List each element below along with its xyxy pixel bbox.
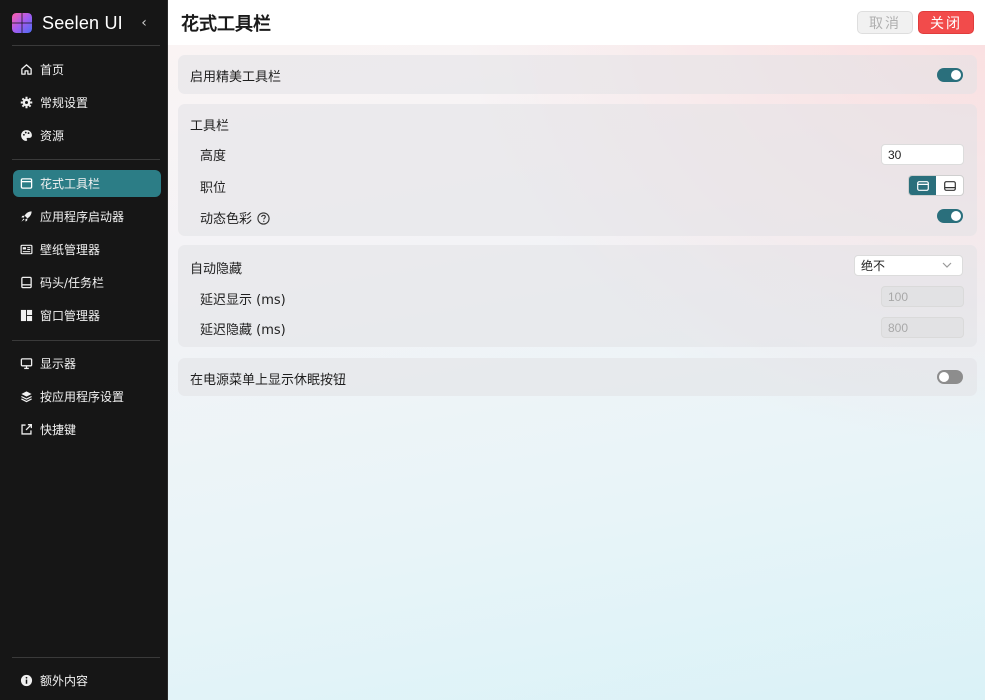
height-label: 高度 — [200, 149, 227, 164]
sidebar-item-label: 常规设置 — [40, 96, 89, 110]
sidebar-divider — [12, 657, 160, 658]
enable-toolbar-card: 启用精美工具栏 — [178, 55, 977, 94]
layers-icon — [19, 390, 33, 404]
sidebar-item-app-launcher[interactable]: 应用程序启动器 — [13, 203, 161, 230]
sidebar-item-dock-taskbar[interactable]: 码头/任务栏 — [13, 269, 161, 296]
help-icon[interactable] — [257, 212, 270, 225]
gear-icon — [19, 96, 33, 110]
delay-hide-label: 延迟隐藏 (ms) — [200, 323, 286, 338]
position-label: 职位 — [200, 181, 227, 196]
sidebar-item-label: 额外内容 — [40, 674, 89, 688]
sidebar-item-home[interactable]: 首页 — [13, 56, 161, 83]
wallpaper-icon — [19, 243, 33, 257]
close-button[interactable]: 关闭 — [918, 11, 974, 34]
sidebar: Seelen UI ‹ 首页 常规设置 资源 花式工具栏 应用程序启动器 壁纸管… — [0, 0, 168, 700]
height-input[interactable]: 30 — [881, 144, 964, 165]
sidebar-item-shortcuts[interactable]: 快捷键 — [13, 416, 161, 443]
sidebar-item-app-settings[interactable]: 按应用程序设置 — [13, 383, 161, 410]
header: 花式工具栏 取消 关闭 — [168, 0, 985, 45]
sidebar-item-label: 花式工具栏 — [40, 177, 101, 191]
autohide-card: 自动隐藏 绝不 延迟显示 (ms) 100 延迟隐藏 (ms) 800 — [178, 245, 977, 347]
autohide-label: 自动隐藏 — [190, 262, 243, 277]
dynamic-color-toggle[interactable] — [937, 209, 963, 223]
toolbar-settings-card: 工具栏 高度 30 职位 动态色彩 — [178, 104, 977, 236]
sidebar-divider — [12, 340, 160, 341]
delay-show-input[interactable]: 100 — [881, 286, 964, 307]
main-content: 花式工具栏 取消 关闭 启用精美工具栏 工具栏 高度 30 职位 动态色彩 自动… — [168, 0, 985, 700]
sidebar-item-label: 窗口管理器 — [40, 309, 101, 323]
dynamic-color-text: 动态色彩 — [200, 212, 253, 227]
sidebar-divider — [12, 159, 160, 160]
sidebar-item-label: 码头/任务栏 — [40, 276, 105, 290]
sidebar-item-wallpaper-manager[interactable]: 壁纸管理器 — [13, 236, 161, 263]
sidebar-item-label: 首页 — [40, 63, 65, 77]
seelen-logo-icon — [12, 13, 32, 33]
info-icon — [19, 674, 33, 688]
sidebar-item-extras[interactable]: 额外内容 — [13, 667, 161, 694]
sidebar-divider — [12, 45, 160, 46]
sidebar-item-fancy-toolbar[interactable]: 花式工具栏 — [13, 170, 161, 197]
hibernate-label: 在电源菜单上显示休眠按钮 — [190, 373, 347, 388]
sidebar-item-window-manager[interactable]: 窗口管理器 — [13, 302, 161, 329]
sidebar-item-label: 显示器 — [40, 357, 77, 371]
brand: Seelen UI ‹ — [12, 11, 160, 35]
dock-icon — [19, 276, 33, 290]
sidebar-item-label: 壁纸管理器 — [40, 243, 101, 257]
delay-hide-input[interactable]: 800 — [881, 317, 964, 338]
enable-toolbar-label: 启用精美工具栏 — [190, 70, 282, 85]
cancel-button[interactable]: 取消 — [857, 11, 913, 34]
layout-icon — [19, 309, 33, 323]
autohide-mode-value: 绝不 — [861, 259, 886, 273]
toggle-knob — [939, 372, 949, 382]
sidebar-item-label: 应用程序启动器 — [40, 210, 125, 224]
toolbar-top-icon — [916, 180, 929, 191]
app-name: Seelen UI — [42, 12, 123, 33]
chevron-down-icon — [942, 262, 952, 268]
toggle-knob — [951, 70, 961, 80]
page-title: 花式工具栏 — [181, 14, 271, 35]
sidebar-item-label: 资源 — [40, 129, 65, 143]
palette-icon — [19, 129, 33, 143]
hibernate-card: 在电源菜单上显示休眠按钮 — [178, 358, 977, 396]
sidebar-item-label: 快捷键 — [40, 423, 77, 437]
toolbar-icon — [19, 177, 33, 191]
sidebar-item-monitors[interactable]: 显示器 — [13, 350, 161, 377]
toggle-knob — [951, 211, 961, 221]
autohide-mode-select[interactable]: 绝不 — [854, 255, 963, 276]
sidebar-item-label: 按应用程序设置 — [40, 390, 125, 404]
dynamic-color-label: 动态色彩 — [200, 208, 270, 227]
hibernate-toggle[interactable] — [937, 370, 963, 384]
monitor-icon — [19, 357, 33, 371]
rocket-icon — [19, 210, 33, 224]
toolbar-bottom-icon — [943, 180, 956, 191]
enable-toolbar-toggle[interactable] — [937, 68, 963, 82]
position-bottom-button[interactable] — [936, 176, 963, 195]
sidebar-item-resources[interactable]: 资源 — [13, 122, 161, 149]
collapse-sidebar-button[interactable]: ‹ — [134, 12, 154, 34]
position-selector — [908, 175, 964, 196]
sidebar-item-general-settings[interactable]: 常规设置 — [13, 89, 161, 116]
home-icon — [19, 63, 33, 77]
position-top-button[interactable] — [909, 176, 936, 195]
delay-show-label: 延迟显示 (ms) — [200, 293, 286, 308]
external-link-icon — [19, 423, 33, 437]
toolbar-section-title: 工具栏 — [190, 119, 230, 134]
